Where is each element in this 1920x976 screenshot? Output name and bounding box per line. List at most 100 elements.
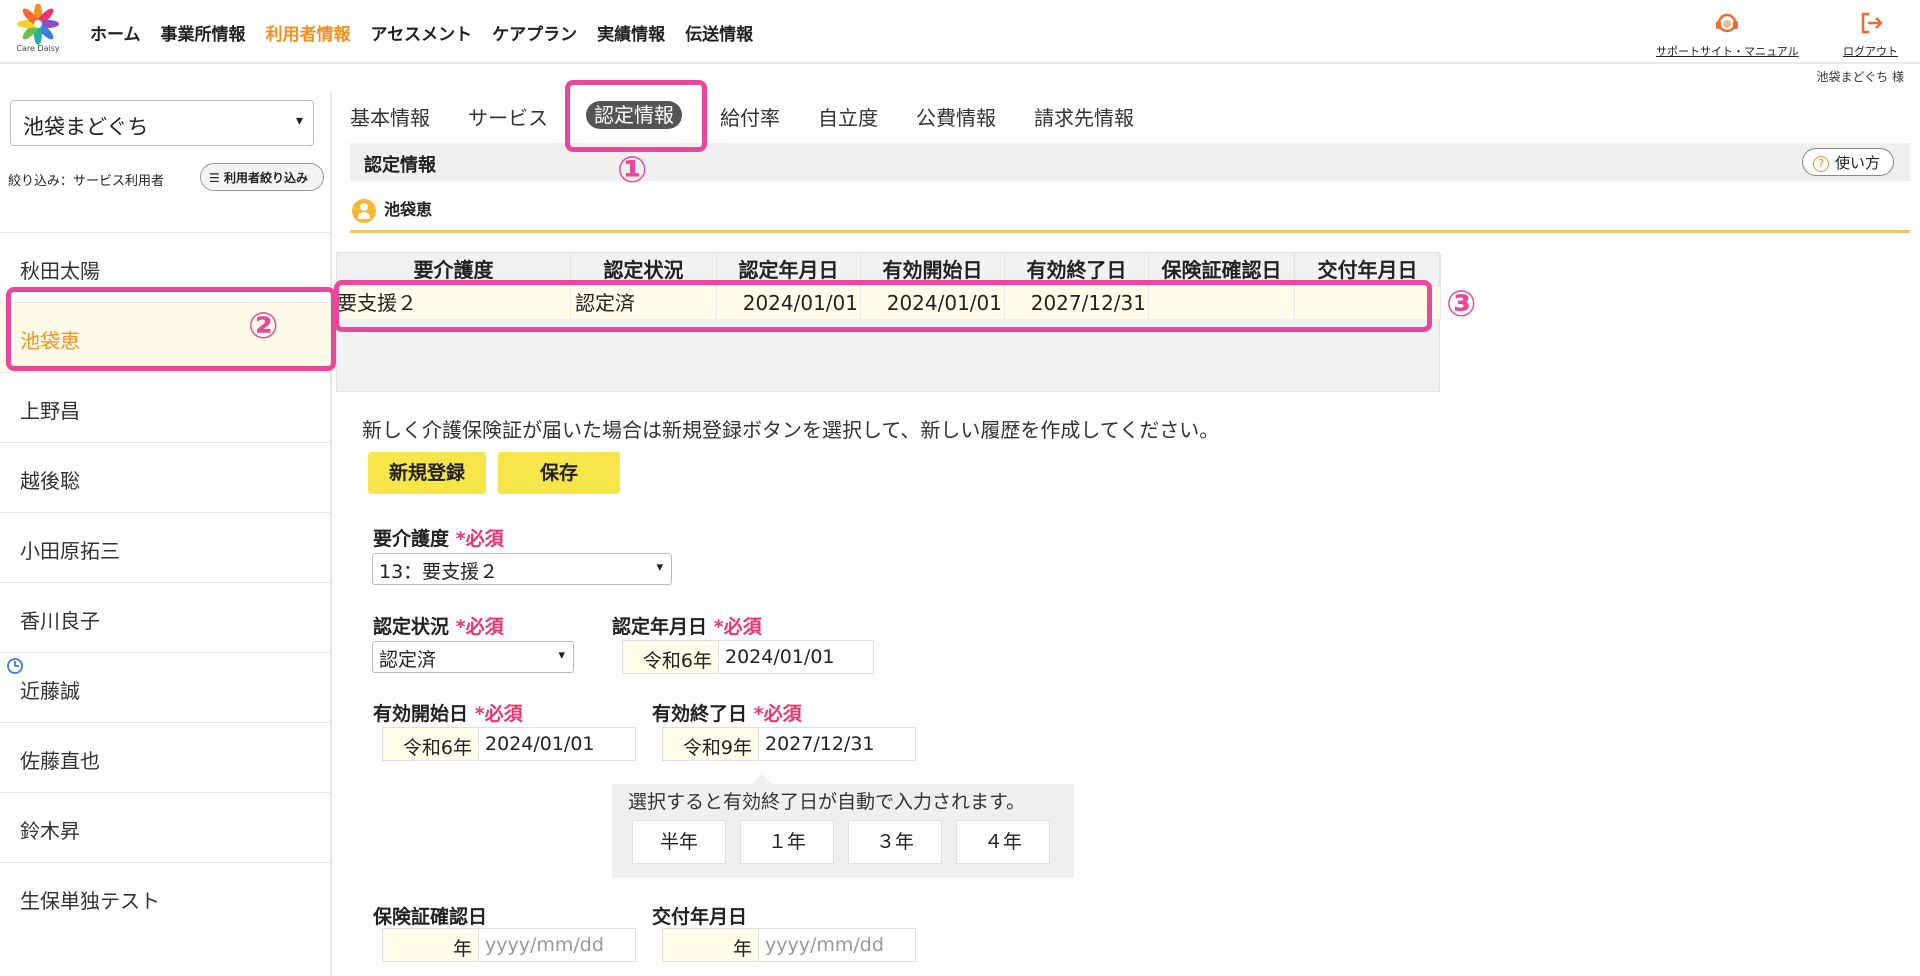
user-list-item-with-clock[interactable]: 近藤誠 — [0, 652, 330, 722]
end-date-label: 有効終了日 *必須 — [652, 699, 802, 726]
insurance-check-era: 年 — [383, 929, 479, 961]
filter-icon: ☰ — [209, 171, 220, 185]
care-level-label-text: 要介護度 — [373, 528, 450, 550]
nav-assessment[interactable]: アセスメント — [371, 20, 473, 45]
question-icon: ? — [1813, 156, 1829, 172]
office-select-value: 池袋まどぐち — [23, 115, 149, 139]
filter-label: 絞り込み：サービス利用者 — [8, 174, 165, 189]
user-list-item[interactable]: 鈴木昇 — [0, 792, 330, 862]
section-title: 認定情報 — [364, 155, 436, 176]
issue-date-placeholder: yyyy/mm/dd — [765, 934, 884, 956]
cert-date-label-text: 認定年月日 — [612, 616, 708, 638]
help-button[interactable]: ? 使い方 — [1802, 148, 1894, 176]
help-label: 使い方 — [1835, 154, 1881, 172]
nav-transmission[interactable]: 伝送情報 — [685, 20, 753, 45]
tab-basic-info[interactable]: 基本情報 — [350, 102, 430, 131]
highlight-box-2 — [6, 287, 336, 371]
cert-date-era: 令和6年 — [623, 641, 719, 673]
section-divider — [350, 230, 1910, 233]
start-date-input[interactable]: 令和6年 2024/01/01 — [382, 727, 636, 761]
start-date-label-text: 有効開始日 — [373, 703, 469, 725]
start-date-value: 2024/01/01 — [485, 733, 595, 755]
user-filter-label: 利用者絞り込み — [223, 171, 308, 185]
insurance-check-input[interactable]: 年 yyyy/mm/dd — [382, 928, 636, 962]
tab-benefit-rate[interactable]: 給付率 — [720, 102, 780, 131]
clock-icon — [7, 658, 23, 674]
end-date-input[interactable]: 令和9年 2027/12/31 — [662, 727, 916, 761]
cert-status-label: 認定状況 *必須 — [373, 612, 504, 639]
insurance-check-placeholder: yyyy/mm/dd — [485, 934, 604, 956]
cert-date-value: 2024/01/01 — [725, 646, 835, 668]
required-mark: *必須 — [713, 616, 762, 638]
chevron-down-icon: ▾ — [295, 113, 303, 129]
care-level-label: 要介護度 *必須 — [373, 524, 504, 551]
issue-date-input[interactable]: 年 yyyy/mm/dd — [662, 928, 916, 962]
tab-service[interactable]: サービス — [468, 102, 548, 131]
tab-public-expense[interactable]: 公費情報 — [916, 102, 996, 131]
required-mark: *必須 — [455, 528, 504, 550]
cert-status-select[interactable]: 認定済 ▾ — [372, 641, 574, 673]
end-date-label-text: 有効終了日 — [652, 703, 748, 725]
user-list-item[interactable]: 越後聡 — [0, 442, 330, 512]
chevron-down-icon: ▾ — [656, 560, 663, 575]
cert-status-label-text: 認定状況 — [373, 616, 450, 638]
support-label: サポートサイト・マニュアル — [1656, 45, 1799, 58]
start-date-label: 有効開始日 *必須 — [373, 699, 523, 726]
highlight-box-3 — [334, 280, 1432, 332]
nav-user-info[interactable]: 利用者情報 — [266, 20, 351, 45]
care-level-select[interactable]: 13：要支援２ ▾ — [372, 553, 672, 585]
logout-label: ログアウト — [1843, 45, 1898, 58]
start-date-era: 令和6年 — [383, 728, 479, 760]
quick-term-hint: 選択すると有効終了日が自動で入力されます。 — [628, 791, 1026, 813]
term-4-year-button[interactable]: ４年 — [956, 820, 1050, 864]
logout-link[interactable]: ログアウト — [1843, 10, 1898, 59]
user-list-item[interactable]: 佐藤直也 — [0, 722, 330, 792]
logo-text: Care Daisy — [16, 44, 60, 53]
cert-date-input[interactable]: 令和6年 2024/01/01 — [622, 640, 874, 674]
user-list-item[interactable]: 上野昌 — [0, 372, 330, 442]
annotation-number-3: ③ — [1446, 284, 1477, 325]
insurance-check-label: 保険証確認日 — [373, 906, 488, 928]
nav-care-plan[interactable]: ケアプラン — [492, 20, 577, 45]
user-filter-button[interactable]: ☰ 利用者絞り込み — [200, 163, 324, 191]
new-registration-button[interactable]: 新規登録 — [368, 452, 486, 494]
quick-term-panel: 選択すると有効終了日が自動で入力されます。 半年 １年 ３年 ４年 — [612, 774, 1074, 878]
term-half-year-button[interactable]: 半年 — [632, 820, 726, 864]
main-nav: ホーム 事業所情報 利用者情報 アセスメント ケアプラン 実績情報 伝送情報 — [90, 20, 753, 45]
care-daisy-logo[interactable]: Care Daisy — [12, 3, 64, 56]
term-3-year-button[interactable]: ３年 — [848, 820, 942, 864]
term-1-year-button[interactable]: １年 — [740, 820, 834, 864]
headset-icon — [1716, 13, 1739, 33]
user-name: 近藤誠 — [20, 679, 80, 703]
office-select[interactable]: 池袋まどぐち ▾ — [10, 100, 314, 146]
person-icon — [352, 198, 376, 223]
required-mark: *必須 — [474, 703, 523, 725]
save-button[interactable]: 保存 — [498, 452, 620, 494]
cert-date-label: 認定年月日 *必須 — [612, 612, 762, 639]
nav-home[interactable]: ホーム — [90, 20, 141, 45]
tab-bar: 基本情報 サービス 認定情報 給付率 自立度 公費情報 請求先情報 — [350, 101, 1172, 131]
logout-icon — [1861, 12, 1883, 34]
required-mark: *必須 — [455, 616, 504, 638]
issue-date-label: 交付年月日 — [652, 906, 748, 928]
issue-date-era: 年 — [663, 929, 759, 961]
nav-results[interactable]: 実績情報 — [597, 20, 665, 45]
user-list-item[interactable]: 香川良子 — [0, 582, 330, 652]
header-divider — [0, 62, 1920, 64]
annotation-number-2: ② — [248, 306, 279, 347]
nav-office-info[interactable]: 事業所情報 — [161, 20, 246, 45]
cert-status-value: 認定済 — [379, 649, 437, 671]
app-header: Care Daisy ホーム 事業所情報 利用者情報 アセスメント ケアプラン … — [0, 0, 1920, 62]
tab-billing-info[interactable]: 請求先情報 — [1034, 102, 1134, 131]
highlight-box-1 — [565, 80, 707, 152]
user-list-item[interactable]: 生保単独テスト — [0, 862, 330, 932]
care-level-value: 13：要支援２ — [379, 561, 499, 583]
required-mark: *必須 — [753, 703, 802, 725]
tab-independence[interactable]: 自立度 — [818, 102, 878, 131]
annotation-number-1: ① — [617, 150, 648, 191]
person-name: 池袋恵 — [384, 200, 433, 219]
user-list-item[interactable]: 小田原拓三 — [0, 512, 330, 582]
end-date-era: 令和9年 — [663, 728, 759, 760]
user-greeting: 池袋まどぐち 様 — [1816, 70, 1904, 84]
support-link[interactable]: サポートサイト・マニュアル — [1656, 10, 1799, 59]
